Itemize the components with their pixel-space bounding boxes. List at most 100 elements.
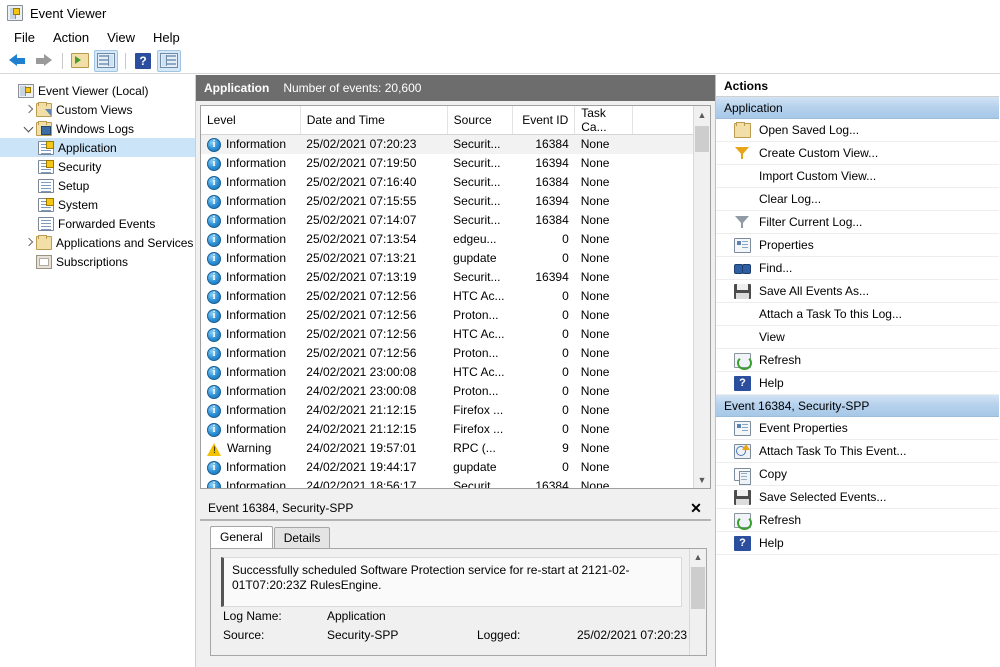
action-item-find[interactable]: Find... — [716, 257, 999, 280]
table-row[interactable]: i Information 24/02/2021 23:00:08 Proton...… — [201, 382, 710, 401]
tree-item-application[interactable]: Application — [0, 138, 195, 157]
column-header-event-id[interactable]: Event ID — [512, 106, 576, 135]
table-row[interactable]: i Information 25/02/2021 07:16:40 Securit..… — [201, 173, 710, 192]
level-label: Information — [226, 460, 287, 474]
chevron-right-icon[interactable] — [22, 103, 36, 117]
table-row[interactable]: i Information 25/02/2021 07:19:50 Securit..… — [201, 154, 710, 173]
level-label: Warning — [227, 441, 272, 455]
column-header-source[interactable]: Source — [447, 106, 514, 135]
table-row[interactable]: i Information 25/02/2021 07:13:54 edgeu... 0… — [201, 230, 710, 249]
menu-action[interactable]: Action — [44, 28, 98, 47]
table-row[interactable]: i Information 25/02/2021 07:14:07 Securit..… — [201, 211, 710, 230]
action-item-open-saved-log[interactable]: Open Saved Log... — [716, 119, 999, 142]
column-header-level[interactable]: Level — [201, 106, 301, 135]
tree-item-forwarded-events[interactable]: Forwarded Events — [0, 214, 195, 233]
tree-item-label: Windows Logs — [56, 121, 135, 136]
action-item-copy[interactable]: Copy — [716, 463, 999, 486]
cell-task-category: None — [580, 327, 610, 341]
table-row[interactable]: i Information 24/02/2021 23:00:08 HTC Ac...… — [201, 363, 710, 382]
event-list-scrollbar[interactable]: ▲ ▼ — [693, 106, 710, 488]
table-row[interactable]: i Information 25/02/2021 07:12:56 Proton...… — [201, 306, 710, 325]
table-row[interactable]: i Information 24/02/2021 18:56:17 Securit..… — [201, 477, 710, 488]
help-button[interactable]: ? — [131, 50, 155, 72]
action-item-clear-log[interactable]: Clear Log... — [716, 188, 999, 211]
close-icon[interactable]: ✕ — [687, 499, 705, 517]
action-item-help[interactable]: ? Help — [716, 372, 999, 395]
cell-datetime: 25/02/2021 07:16:40 — [306, 175, 417, 189]
show-hide-action-pane-button[interactable] — [157, 49, 181, 72]
scrollbar-thumb[interactable] — [691, 567, 705, 609]
scroll-up-icon[interactable]: ▲ — [690, 549, 706, 565]
table-row[interactable]: i Information 25/02/2021 07:13:19 Securit..… — [201, 268, 710, 287]
actions-group-header-event: Event 16384, Security-SPP — [716, 395, 999, 417]
action-item-help[interactable]: ? Help — [716, 532, 999, 555]
table-row[interactable]: i Information 24/02/2021 21:12:15 Firefox .… — [201, 420, 710, 439]
tab-details[interactable]: Details — [273, 527, 331, 548]
cell-task-category: None — [580, 460, 610, 474]
action-item-event-properties[interactable]: Event Properties — [716, 417, 999, 440]
logged-value: 25/02/2021 07:20:23 — [577, 628, 688, 642]
menu-help[interactable]: Help — [144, 28, 189, 47]
menu-bar: File Action View Help — [0, 26, 1000, 48]
column-header-date-and-time[interactable]: Date and Time — [300, 106, 448, 135]
tree-item-label: Security — [58, 159, 102, 174]
cell-level: i Information — [201, 192, 300, 211]
action-item-refresh[interactable]: Refresh — [716, 349, 999, 372]
open-saved-log-button[interactable] — [68, 50, 92, 72]
scroll-down-icon[interactable]: ▼ — [694, 471, 710, 488]
console-tree-icon — [97, 53, 115, 68]
action-item-properties[interactable]: Properties — [716, 234, 999, 257]
cell-datetime: 25/02/2021 07:12:56 — [306, 327, 417, 341]
cell-level: i Information — [201, 154, 300, 173]
log-name-key: Log Name: — [223, 609, 282, 623]
back-button[interactable] — [5, 50, 29, 72]
cell-level: i Information — [201, 306, 300, 325]
information-icon: i — [207, 365, 221, 380]
table-row[interactable]: i Information 25/02/2021 07:20:23 Securit..… — [201, 134, 710, 154]
scrollbar-thumb[interactable] — [695, 126, 709, 152]
detail-scrollbar[interactable]: ▲ — [689, 549, 706, 655]
chevron-down-icon[interactable] — [22, 122, 36, 136]
tree-item-windows-logs[interactable]: Windows Logs — [0, 119, 195, 138]
tree-item-applications-and-services-logs[interactable]: Applications and Services Lo — [0, 233, 195, 252]
cell-task-category: None — [580, 441, 610, 455]
cell-event-id: 0 — [562, 346, 569, 360]
menu-view[interactable]: View — [98, 28, 144, 47]
column-header-task-category[interactable]: Task Ca... — [574, 106, 633, 135]
table-row[interactable]: i Information 25/02/2021 07:12:56 Proton...… — [201, 344, 710, 363]
table-row[interactable]: i Information 24/02/2021 19:44:17 gupdate 0 N… — [201, 458, 710, 477]
create-custom-view-icon — [734, 146, 751, 161]
menu-file[interactable]: File — [5, 28, 44, 47]
action-item-import-custom-view[interactable]: Import Custom View... — [716, 165, 999, 188]
table-row[interactable]: i Information 24/02/2021 21:12:15 Firefox .… — [201, 401, 710, 420]
tree-item-label: System — [58, 197, 99, 212]
action-item-attach-a-task-to-this-log[interactable]: Attach a Task To this Log... — [716, 303, 999, 326]
event-count-label: Number of events: 20,600 — [283, 81, 422, 95]
show-hide-console-tree-button[interactable] — [94, 49, 118, 72]
action-item-view[interactable]: View — [716, 326, 999, 349]
table-row[interactable]: i Information 25/02/2021 07:12:56 HTC Ac...… — [201, 325, 710, 344]
action-item-attach-task-to-this-event[interactable]: Attach Task To This Event... — [716, 440, 999, 463]
action-item-create-custom-view[interactable]: Create Custom View... — [716, 142, 999, 165]
action-item-label: Help — [759, 376, 784, 390]
properties-icon — [734, 420, 751, 436]
action-item-save-selected-events[interactable]: Save Selected Events... — [716, 486, 999, 509]
action-item-filter-current-log[interactable]: Filter Current Log... — [716, 211, 999, 234]
action-item-save-all-events-as[interactable]: Save All Events As... — [716, 280, 999, 303]
table-row[interactable]: i Information 25/02/2021 07:13:21 gupdate 0 N… — [201, 249, 710, 268]
tree-item-system[interactable]: System — [0, 195, 195, 214]
tree-item-setup[interactable]: Setup — [0, 176, 195, 195]
table-row[interactable]: Warning 24/02/2021 19:57:01 RPC (... 9 None — [201, 439, 710, 458]
scroll-up-icon[interactable]: ▲ — [694, 106, 710, 123]
tree-item-custom-views[interactable]: Custom Views — [0, 100, 195, 119]
tab-general[interactable]: General — [210, 526, 273, 548]
tree-item-subscriptions[interactable]: Subscriptions — [0, 252, 195, 271]
cell-event-id: 0 — [562, 232, 569, 246]
tree-item-security[interactable]: Security — [0, 157, 195, 176]
forward-button[interactable] — [31, 50, 55, 72]
chevron-right-icon[interactable] — [22, 236, 36, 250]
table-row[interactable]: i Information 25/02/2021 07:12:56 HTC Ac...… — [201, 287, 710, 306]
table-row[interactable]: i Information 25/02/2021 07:15:55 Securit..… — [201, 192, 710, 211]
action-item-refresh[interactable]: Refresh — [716, 509, 999, 532]
tree-item-event-viewer-local[interactable]: Event Viewer (Local) — [0, 81, 195, 100]
